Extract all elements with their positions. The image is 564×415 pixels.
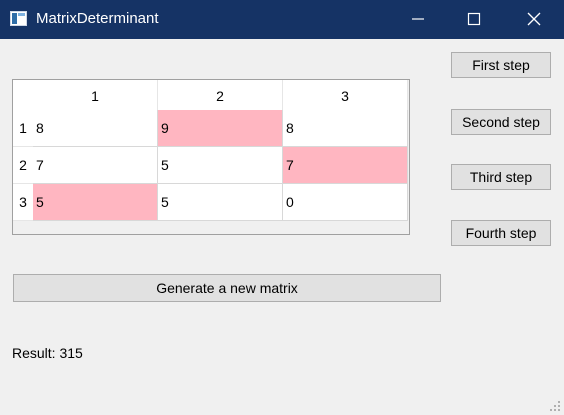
- grid-corner: [13, 80, 33, 110]
- column-header-3[interactable]: 3: [283, 80, 408, 110]
- row-header-3[interactable]: 3: [13, 184, 33, 221]
- row-header-2[interactable]: 2: [13, 147, 33, 184]
- maximize-icon: [467, 12, 481, 26]
- matrix-cell[interactable]: 8: [283, 110, 408, 147]
- matrix-cell[interactable]: 5: [33, 184, 158, 221]
- minimize-icon: [412, 18, 424, 20]
- third-step-button[interactable]: Third step: [451, 164, 551, 190]
- column-header-2[interactable]: 2: [158, 80, 283, 110]
- maximize-button[interactable]: [446, 0, 502, 39]
- generate-matrix-button[interactable]: Generate a new matrix: [13, 274, 441, 302]
- close-icon: [527, 12, 541, 26]
- matrix-cell[interactable]: 0: [283, 184, 408, 221]
- resize-grip-icon[interactable]: [548, 399, 562, 413]
- title-bar: MatrixDeterminant: [0, 0, 564, 39]
- matrix-cell[interactable]: 7: [283, 147, 408, 184]
- column-header-1[interactable]: 1: [33, 80, 158, 110]
- matrix-cell[interactable]: 9: [158, 110, 283, 147]
- row-header-1[interactable]: 1: [13, 110, 33, 147]
- matrix-cell[interactable]: 5: [158, 147, 283, 184]
- close-button[interactable]: [506, 0, 562, 39]
- first-step-button[interactable]: First step: [451, 52, 551, 78]
- matrix-cell[interactable]: 7: [33, 147, 158, 184]
- matrix-cell[interactable]: 5: [158, 184, 283, 221]
- matrix-grid[interactable]: 1 2 3 1 2 3 8 9 8 7 5 7 5 5 0: [12, 79, 410, 235]
- window-title: MatrixDeterminant: [36, 10, 159, 27]
- matrix-cell[interactable]: 8: [33, 110, 158, 147]
- minimize-button[interactable]: [390, 0, 446, 39]
- fourth-step-button[interactable]: Fourth step: [451, 220, 551, 246]
- second-step-button[interactable]: Second step: [451, 109, 551, 135]
- app-window-icon: [10, 11, 27, 26]
- result-label: Result: 315: [12, 345, 83, 361]
